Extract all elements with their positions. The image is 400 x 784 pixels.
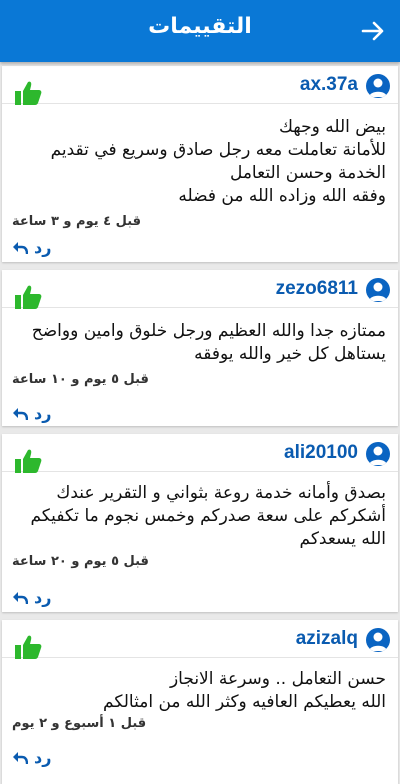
reply-arrow-icon [13,751,28,764]
reply-arrow-icon [13,407,28,420]
review-comment: ممتازه جدا والله العظيم ورجل خلوق وامين … [31,321,386,364]
reply-label: رد [34,748,52,767]
review-card: ali20100 بصدق وأمانه خدمة روعة بثواني و … [2,434,398,612]
thumbs-up-icon [15,285,42,309]
review-header: zezo6811 [2,270,398,308]
thumbs-up-icon [15,449,42,473]
review-card: ax.37a بيض الله وجهك للأمانة تعاملت معه … [2,66,398,262]
review-header: azizalq [2,620,398,658]
reply-label: رد [34,588,52,607]
like-button[interactable] [14,284,42,310]
review-comment: بصدق وأمانه خدمة روعة بثواني و التقرير ع… [30,483,386,549]
reply-arrow-icon [13,591,28,604]
user-avatar-icon [366,628,390,652]
review-username[interactable]: ax.37a [300,74,358,96]
reply-arrow-icon [13,241,28,254]
review-username[interactable]: azizalq [296,628,358,650]
review-time: قبل ٤ يوم و ٣ ساعة [12,214,142,229]
back-button[interactable] [360,18,386,44]
user-avatar-icon [366,442,390,466]
reply-button[interactable]: رد [12,404,51,423]
app-bar: التقييمات [0,0,400,62]
review-time: قبل ١ أسبوع و ٢ يوم [12,716,147,731]
review-card: azizalq حسن التعامل .. وسرعة الانجاز الل… [2,620,398,784]
user-avatar-icon [366,74,390,98]
page-title: التقييمات [148,14,252,39]
review-time: قبل ٥ يوم و ٢٠ ساعة [12,554,149,569]
review-comment: حسن التعامل .. وسرعة الانجاز الله يعطيكم… [103,669,386,712]
like-button[interactable] [14,634,42,660]
review-header: ax.37a [2,66,398,104]
thumbs-up-icon [15,81,42,105]
reply-button[interactable]: رد [12,588,51,607]
review-username[interactable]: ali20100 [284,442,358,464]
review-username[interactable]: zezo6811 [276,278,358,300]
like-button[interactable] [14,80,42,106]
reviews-list[interactable]: ax.37a بيض الله وجهك للأمانة تعاملت معه … [0,62,400,784]
review-time: قبل ٥ يوم و ١٠ ساعة [12,372,149,387]
review-header: ali20100 [2,434,398,472]
arrow-right-icon [361,21,384,41]
reply-label: رد [34,404,52,423]
thumbs-up-icon [15,635,42,659]
user-avatar-icon [366,278,390,302]
review-card: zezo6811 ممتازه جدا والله العظيم ورجل خل… [2,270,398,426]
like-button[interactable] [14,448,42,474]
reply-label: رد [34,238,52,257]
reply-button[interactable]: رد [12,748,51,767]
review-comment: بيض الله وجهك للأمانة تعاملت معه رجل صاد… [50,117,386,206]
reply-button[interactable]: رد [12,238,51,257]
